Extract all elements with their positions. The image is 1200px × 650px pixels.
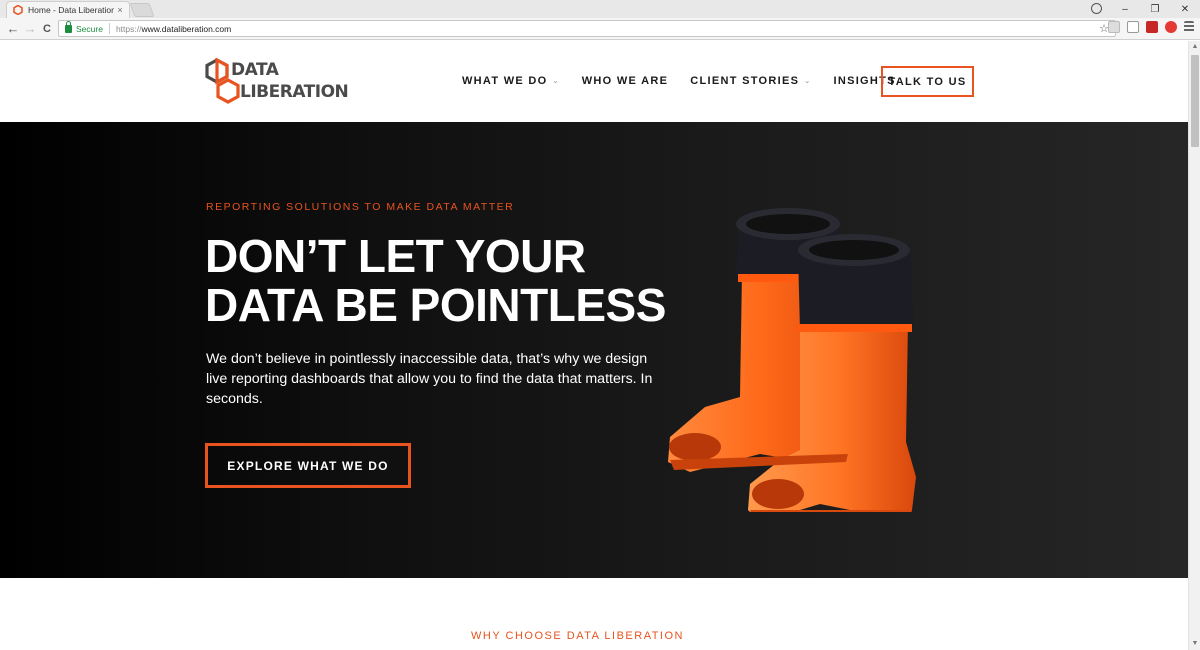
secure-label: Secure [76,23,103,34]
nav-item-what-we-do[interactable]: WHAT WE DO ⌄ [462,75,560,87]
main-nav: WHAT WE DO ⌄ WHO WE ARE CLIENT STORIES ⌄… [462,65,918,97]
lock-icon [65,20,72,33]
site-header: DATA LIBERATION WHAT WE DO ⌄ WHO WE ARE … [0,41,1188,122]
scroll-up-icon[interactable]: ▲ [1189,41,1200,53]
url-input[interactable]: Secure https:// www.dataliberation.com ☆ [58,20,1116,37]
address-bar: ← → C Secure https:// www.dataliberation… [0,18,1200,40]
nav-item-label: WHO WE ARE [581,75,669,87]
scroll-thumb[interactable] [1191,55,1199,147]
page-scrollbar[interactable]: ▲ ▼ [1188,41,1200,650]
stop-extension-icon[interactable] [1165,21,1177,33]
talk-to-us-button[interactable]: TALK TO US [881,66,974,97]
hero-eyebrow: REPORTING SOLUTIONS TO MAKE DATA MATTER [206,201,515,213]
chevron-down-icon: ⌄ [552,78,560,85]
page-viewport: DATA LIBERATION WHAT WE DO ⌄ WHO WE ARE … [0,41,1188,650]
new-tab-button[interactable] [129,3,155,17]
browser-tab-bar: Home - Data Liberation × – ❐ ✕ [0,0,1200,18]
nav-item-who-we-are[interactable]: WHO WE ARE [582,75,669,87]
logo-text-data: DATA [231,60,279,80]
close-window-button[interactable]: ✕ [1170,4,1200,15]
hero-section: REPORTING SOLUTIONS TO MAKE DATA MATTER … [0,122,1188,578]
why-section-title: WHY CHOOSE DATA LIBERATION [471,630,684,642]
tab-close-icon[interactable]: × [114,5,126,15]
profile-icon[interactable] [1091,3,1102,14]
nav-item-label: WHAT WE DO [462,75,548,87]
back-button[interactable]: ← [5,21,21,37]
url-host: www.dataliberation.com [141,23,232,34]
window-controls: – ❐ ✕ [1110,0,1200,18]
hero-headline: DON’T LET YOUR DATA BE POINTLESS [205,230,666,331]
tab-title: Home - Data Liberation [28,5,114,15]
site-logo[interactable]: DATA LIBERATION [204,58,349,106]
cast-icon[interactable] [1127,21,1139,33]
nav-item-client-stories[interactable]: CLIENT STORIES ⌄ [690,75,811,87]
reload-button[interactable]: C [39,21,55,37]
why-section: WHY CHOOSE DATA LIBERATION [0,578,1188,650]
url-scheme: https:// [115,23,142,34]
menu-icon[interactable] [1184,21,1194,33]
nav-item-label: CLIENT STORIES [690,75,800,87]
forward-button[interactable]: → [22,21,38,37]
restore-button[interactable]: ❐ [1140,4,1170,15]
omnibox-divider [108,23,110,34]
shield-extension-icon[interactable] [1146,21,1158,33]
browser-tab[interactable]: Home - Data Liberation × [6,1,130,18]
explore-what-we-do-button[interactable]: EXPLORE WHAT WE DO [205,443,411,488]
chevron-down-icon: ⌄ [804,78,812,85]
logo-text-liberation: LIBERATION [240,82,349,102]
minimize-button[interactable]: – [1110,4,1140,15]
site-favicon-icon [13,5,23,15]
orange-boots-image [668,208,916,512]
extension-icon[interactable] [1108,21,1120,33]
extension-icons [1108,21,1194,33]
scroll-down-icon[interactable]: ▼ [1189,638,1200,650]
hero-subhead: We don’t believe in pointlessly inaccess… [206,351,653,407]
